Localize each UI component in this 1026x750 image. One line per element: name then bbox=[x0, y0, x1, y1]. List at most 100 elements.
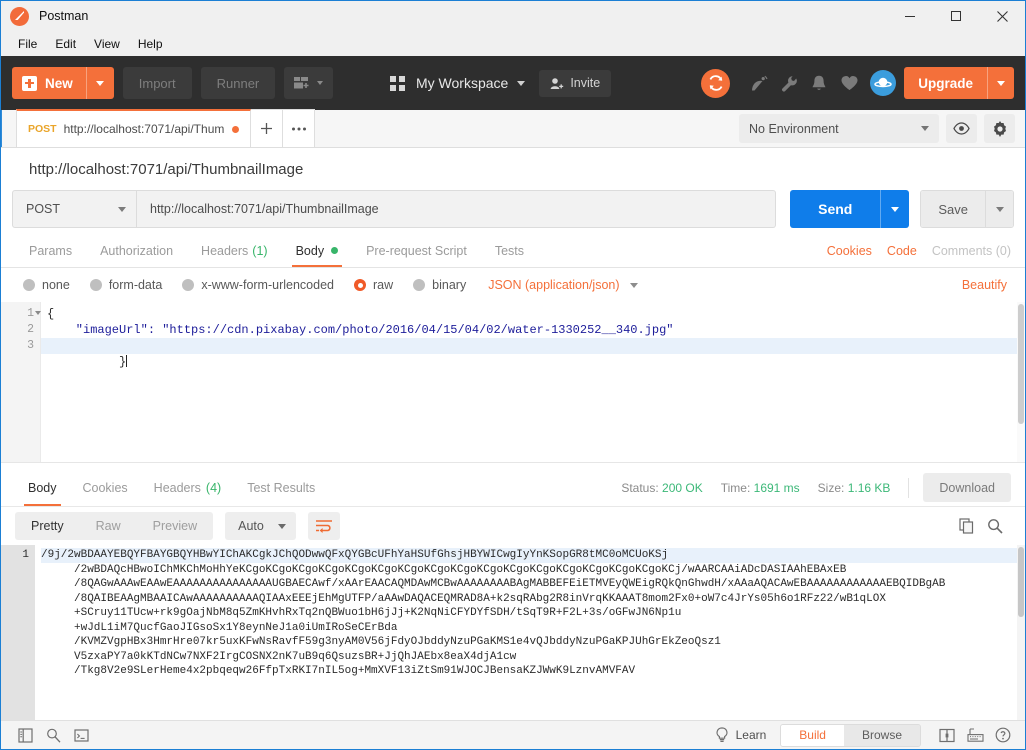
environment-select[interactable]: No Environment bbox=[739, 114, 939, 143]
menu-item-file[interactable]: File bbox=[9, 35, 46, 53]
tab-params[interactable]: Params bbox=[15, 234, 86, 267]
url-input[interactable]: http://localhost:7071/api/ThumbnailImage bbox=[137, 190, 777, 228]
settings-button[interactable] bbox=[984, 114, 1015, 143]
editor-code-text: } bbox=[119, 355, 127, 369]
body-type-form-data[interactable]: form-data bbox=[89, 278, 162, 292]
response-code-line: /8QAGwAAAwEAAwEAAAAAAAAAAAAAAAUGBAECAwf/… bbox=[41, 578, 946, 590]
request-editor-scrollbar[interactable] bbox=[1017, 302, 1025, 462]
beautify-button[interactable]: Beautify bbox=[962, 278, 1007, 292]
radio-icon bbox=[89, 279, 102, 291]
request-body-editor[interactable]: 1 2 3 { "imageUrl": "https://cdn.pixabay… bbox=[1, 302, 1025, 462]
response-code-line bbox=[41, 679, 1025, 694]
body-type-raw[interactable]: raw bbox=[354, 278, 393, 292]
response-scrollbar[interactable] bbox=[1017, 545, 1025, 720]
learn-label: Learn bbox=[735, 728, 767, 742]
response-meta: Status: 200 OK Time: 1691 ms Size: 1.16 … bbox=[621, 473, 1011, 502]
planet-avatar-icon[interactable] bbox=[870, 70, 897, 96]
help-circle-icon[interactable] bbox=[989, 723, 1017, 747]
environment-controls: No Environment bbox=[739, 114, 1015, 143]
send-dropdown[interactable] bbox=[880, 190, 910, 228]
title-bar: Postman bbox=[1, 1, 1025, 32]
search-icon[interactable] bbox=[39, 723, 67, 747]
response-format-value: Auto bbox=[238, 519, 264, 533]
code-link[interactable]: Code bbox=[887, 244, 917, 258]
word-wrap-icon bbox=[315, 520, 332, 533]
tab-body[interactable]: Body bbox=[282, 234, 353, 267]
save-dropdown[interactable] bbox=[985, 191, 1013, 227]
cookies-link[interactable]: Cookies bbox=[827, 244, 872, 258]
upgrade-button[interactable]: Upgrade bbox=[904, 67, 987, 99]
response-code-area[interactable]: /9j/2wBDAAYEBQYFBAYGBQYHBwYIChAKCgkJChQO… bbox=[35, 545, 1025, 720]
response-tab-cookies[interactable]: Cookies bbox=[70, 469, 141, 506]
workspace-selector[interactable]: My Workspace Invite bbox=[390, 69, 612, 97]
two-pane-layout-icon[interactable] bbox=[933, 723, 961, 747]
gear-icon bbox=[993, 120, 1006, 137]
maximize-icon[interactable] bbox=[933, 1, 979, 32]
console-icon[interactable] bbox=[67, 723, 95, 747]
response-tab-headers[interactable]: Headers (4) bbox=[141, 469, 235, 506]
pane-splitter[interactable] bbox=[1, 462, 1025, 469]
editor-code-area[interactable]: { "imageUrl": "https://cdn.pixabay.com/p… bbox=[41, 302, 1025, 462]
tab-tests[interactable]: Tests bbox=[481, 234, 538, 267]
save-button[interactable]: Save bbox=[921, 191, 985, 227]
request-tab[interactable]: POST http://localhost:7071/api/Thum bbox=[16, 109, 252, 147]
tab-label: Params bbox=[29, 243, 73, 258]
invite-button[interactable]: Invite bbox=[539, 69, 612, 97]
environment-quick-look-button[interactable] bbox=[946, 114, 977, 143]
bell-icon[interactable] bbox=[804, 68, 834, 98]
radio-label: binary bbox=[432, 278, 467, 292]
body-type-binary[interactable]: binary bbox=[413, 278, 466, 292]
response-code-line: +SCruy11TUcw+rk9gOajNbM8q5ZmKHvhRxTq2nQB… bbox=[41, 607, 682, 619]
download-button[interactable]: Download bbox=[923, 473, 1011, 502]
close-icon[interactable] bbox=[979, 1, 1025, 32]
satellite-dish-icon[interactable] bbox=[744, 68, 774, 98]
keyboard-shortcuts-icon[interactable] bbox=[961, 723, 989, 747]
minimize-icon[interactable] bbox=[887, 1, 933, 32]
body-type-x-www-form-urlencoded[interactable]: x-www-form-urlencoded bbox=[182, 278, 334, 292]
tab-headers[interactable]: Headers (1) bbox=[187, 234, 282, 267]
response-tab-test-results[interactable]: Test Results bbox=[234, 469, 328, 506]
import-button[interactable]: Import bbox=[122, 67, 192, 99]
response-format-select[interactable]: Auto bbox=[225, 512, 296, 540]
editor-code-line: { bbox=[47, 307, 55, 321]
learn-button[interactable]: Learn bbox=[715, 727, 767, 743]
menu-item-view[interactable]: View bbox=[85, 35, 129, 53]
tab-pre-request-script[interactable]: Pre-request Script bbox=[352, 234, 481, 267]
raw-format-select[interactable]: JSON (application/json) bbox=[488, 278, 638, 292]
scrollbar-thumb[interactable] bbox=[1018, 304, 1024, 424]
response-tab-body[interactable]: Body bbox=[15, 469, 70, 506]
new-collection-button[interactable] bbox=[284, 67, 334, 99]
copy-button[interactable] bbox=[953, 512, 981, 540]
sync-refresh-icon[interactable] bbox=[701, 68, 731, 98]
method-select[interactable]: POST bbox=[12, 190, 137, 228]
heart-icon[interactable] bbox=[834, 68, 864, 98]
response-body-viewer[interactable]: 1 /9j/2wBDAAYEBQYFBAYGBQYHBwYIChAKCgkJCh… bbox=[1, 545, 1025, 720]
word-wrap-button[interactable] bbox=[307, 512, 340, 540]
body-type-none[interactable]: none bbox=[23, 278, 70, 292]
upgrade-dropdown[interactable] bbox=[987, 67, 1014, 99]
menu-item-edit[interactable]: Edit bbox=[46, 35, 85, 53]
runner-button[interactable]: Runner bbox=[200, 67, 276, 99]
new-button[interactable]: New bbox=[12, 67, 86, 99]
new-button-dropdown[interactable] bbox=[85, 67, 114, 99]
search-response-button[interactable] bbox=[981, 512, 1009, 540]
wrench-icon[interactable] bbox=[774, 68, 804, 98]
view-mode-preview[interactable]: Preview bbox=[137, 512, 213, 540]
menu-item-help[interactable]: Help bbox=[129, 35, 172, 53]
sidebar-toggle-icon[interactable] bbox=[11, 723, 39, 747]
view-mode-pretty[interactable]: Pretty bbox=[15, 512, 80, 540]
radio-label: none bbox=[42, 278, 70, 292]
build-mode-button[interactable]: Build bbox=[781, 724, 844, 746]
scrollbar-thumb[interactable] bbox=[1018, 547, 1024, 617]
chevron-down-icon bbox=[997, 80, 1005, 86]
send-button[interactable]: Send bbox=[790, 190, 881, 228]
tab-authorization[interactable]: Authorization bbox=[86, 234, 187, 267]
tab-options-button[interactable] bbox=[283, 109, 316, 147]
toolbar-right-icons: Upgrade bbox=[701, 67, 1014, 99]
fold-arrow-icon[interactable] bbox=[35, 311, 41, 315]
browse-mode-button[interactable]: Browse bbox=[843, 724, 920, 746]
copy-icon bbox=[959, 518, 974, 534]
new-tab-button[interactable] bbox=[251, 109, 284, 147]
view-mode-raw[interactable]: Raw bbox=[80, 512, 137, 540]
comments-link[interactable]: Comments (0) bbox=[932, 244, 1011, 258]
